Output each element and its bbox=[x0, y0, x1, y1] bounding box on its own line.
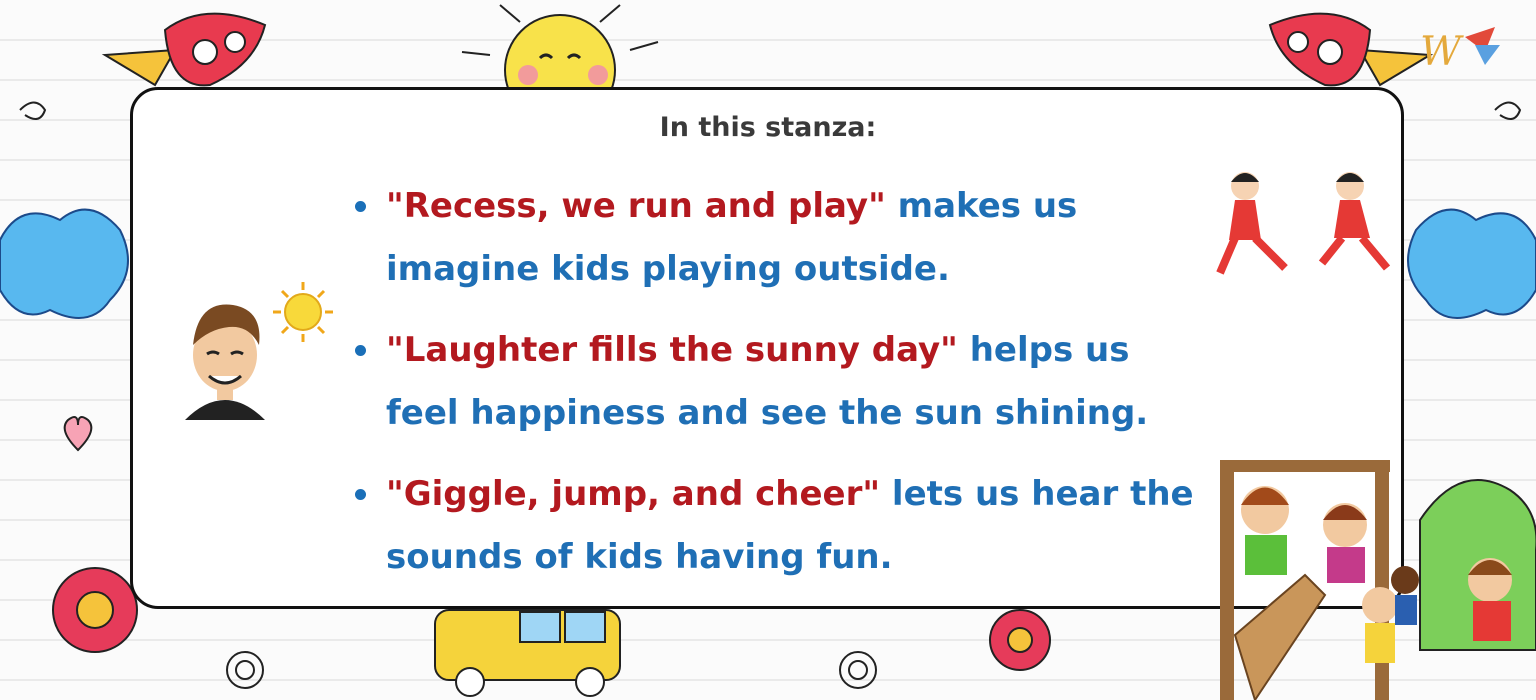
quote-text: "Recess, we run and play" bbox=[386, 186, 886, 226]
cloud-icon bbox=[1407, 208, 1536, 319]
quote-text: "Laughter fills the sunny day" bbox=[386, 330, 958, 370]
list-item: "Giggle, jump, and cheer" lets us hear t… bbox=[355, 463, 1195, 589]
school-bus-icon bbox=[434, 609, 621, 697]
list-item: "Recess, we run and play" makes us imagi… bbox=[355, 175, 1195, 301]
flower-icon bbox=[52, 567, 138, 653]
bullet-dot bbox=[355, 345, 366, 356]
stanza-points-list: "Recess, we run and play" makes us imagi… bbox=[355, 175, 1195, 607]
quote-text: "Giggle, jump, and cheer" bbox=[386, 474, 881, 514]
sun-icon bbox=[273, 282, 333, 342]
running-girls-icon bbox=[1216, 172, 1391, 275]
rocket-icon bbox=[101, 12, 267, 87]
playground-kids-icon bbox=[1220, 460, 1512, 700]
flower-icon bbox=[989, 609, 1051, 671]
bullet-dot bbox=[355, 201, 366, 212]
boy-avatar-icon bbox=[185, 282, 333, 420]
logo-letter: W bbox=[1420, 29, 1464, 75]
heart-icon bbox=[63, 415, 93, 452]
bullet-dot bbox=[355, 489, 366, 500]
rocket-icon bbox=[1268, 12, 1434, 87]
brand-logo-icon: W bbox=[1420, 27, 1500, 75]
list-item: "Laughter fills the sunny day" helps us … bbox=[355, 319, 1195, 445]
page-title: In this stanza: bbox=[659, 112, 877, 143]
cloud-icon bbox=[0, 208, 129, 319]
